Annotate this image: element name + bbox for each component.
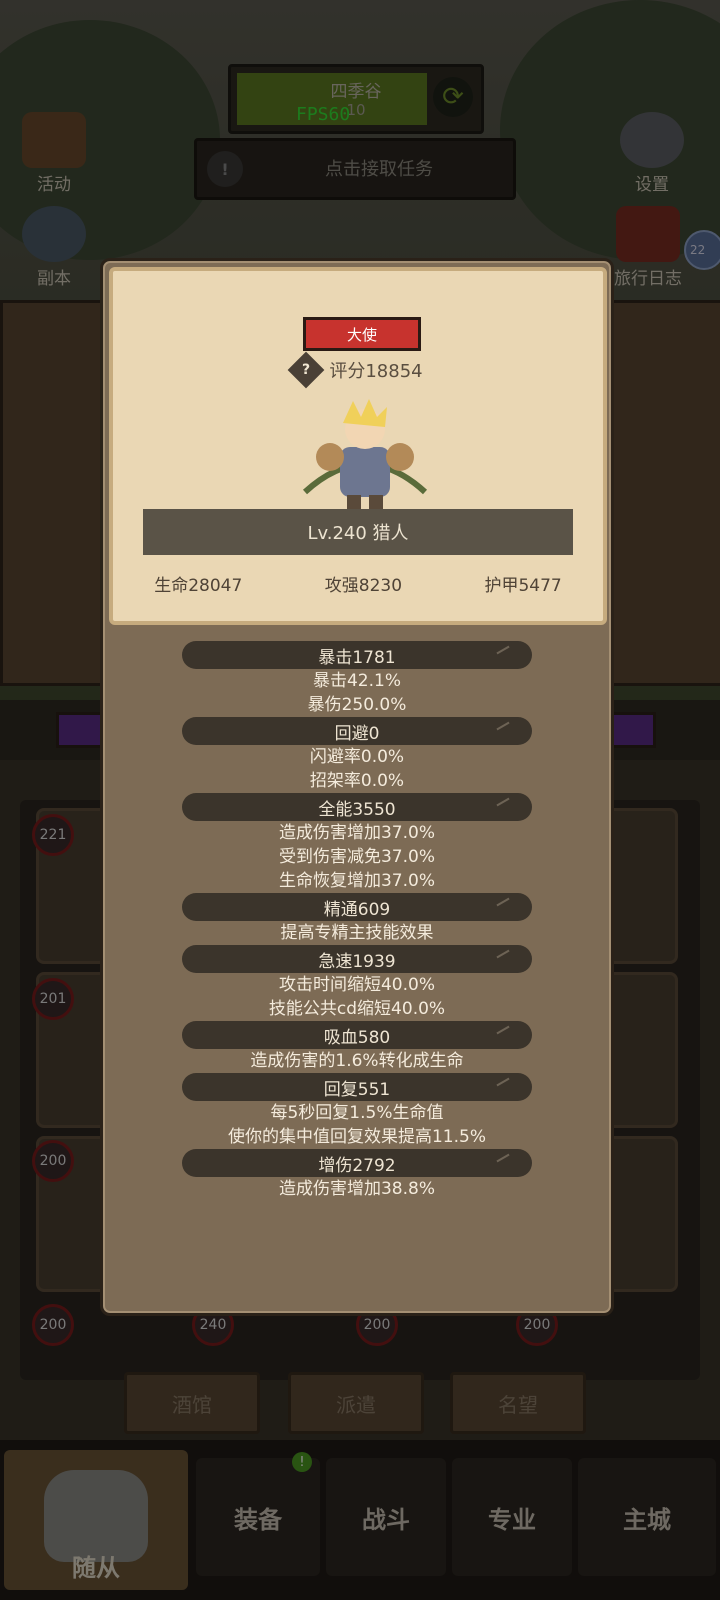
stat-detail: 造成伤害增加38.8%	[278, 1179, 435, 1199]
stat-header: 全能3550	[182, 793, 532, 821]
character-summary-card: 大使 ? 评分18854 Lv.240 猎人 生命28047 攻强8230 护甲…	[109, 267, 607, 625]
secondary-stat-list: 暴击1781 暴击42.1% 暴伤250.0% 回避0 闪避率0.0% 招架率0…	[103, 641, 611, 1201]
stat-header: 急速1939	[182, 945, 532, 973]
stat-detail: 使你的集中值回复效果提高11.5%	[227, 1127, 486, 1147]
stat-detail: 受到伤害减免37.0%	[278, 847, 435, 867]
rank-badge: 大使	[303, 317, 421, 351]
level-class-bar: Lv.240 猎人	[143, 509, 573, 555]
stat-header: 暴击1781	[182, 641, 532, 669]
stat-detail: 提高专精主技能效果	[280, 923, 434, 943]
stat-header: 回复551	[182, 1073, 532, 1101]
stat-detail: 造成伤害增加37.0%	[278, 823, 435, 843]
stat-header: 精通609	[182, 893, 532, 921]
stat-detail: 暴击42.1%	[312, 671, 401, 691]
stat-detail: 招架率0.0%	[309, 771, 405, 791]
question-icon[interactable]: ?	[287, 351, 325, 389]
stat-header: 吸血580	[182, 1021, 532, 1049]
armor-stat: 护甲5477	[484, 576, 562, 596]
score-row: ? 评分18854	[113, 351, 603, 389]
stat-header: 增伤2792	[182, 1149, 532, 1177]
hp-stat: 生命28047	[154, 576, 243, 596]
stat-header: 回避0	[182, 717, 532, 745]
basic-stats: 生命28047 攻强8230 护甲5477	[113, 571, 603, 596]
character-stats-popup: 大使 ? 评分18854 Lv.240 猎人 生命28047 攻强8230 护甲…	[100, 258, 614, 1316]
hunter-portrait	[302, 399, 428, 513]
stat-detail: 生命恢复增加37.0%	[278, 871, 435, 891]
stat-detail: 攻击时间缩短40.0%	[278, 975, 435, 995]
stat-detail: 技能公共cd缩短40.0%	[268, 999, 446, 1019]
stat-detail: 每5秒回复1.5%生命值	[270, 1103, 444, 1123]
stat-detail: 造成伤害的1.6%转化成生命	[250, 1051, 464, 1071]
stat-detail: 闪避率0.0%	[309, 747, 405, 767]
stat-detail: 暴伤250.0%	[307, 695, 407, 715]
attack-stat: 攻强8230	[324, 576, 403, 596]
score-value: 评分18854	[329, 361, 423, 382]
